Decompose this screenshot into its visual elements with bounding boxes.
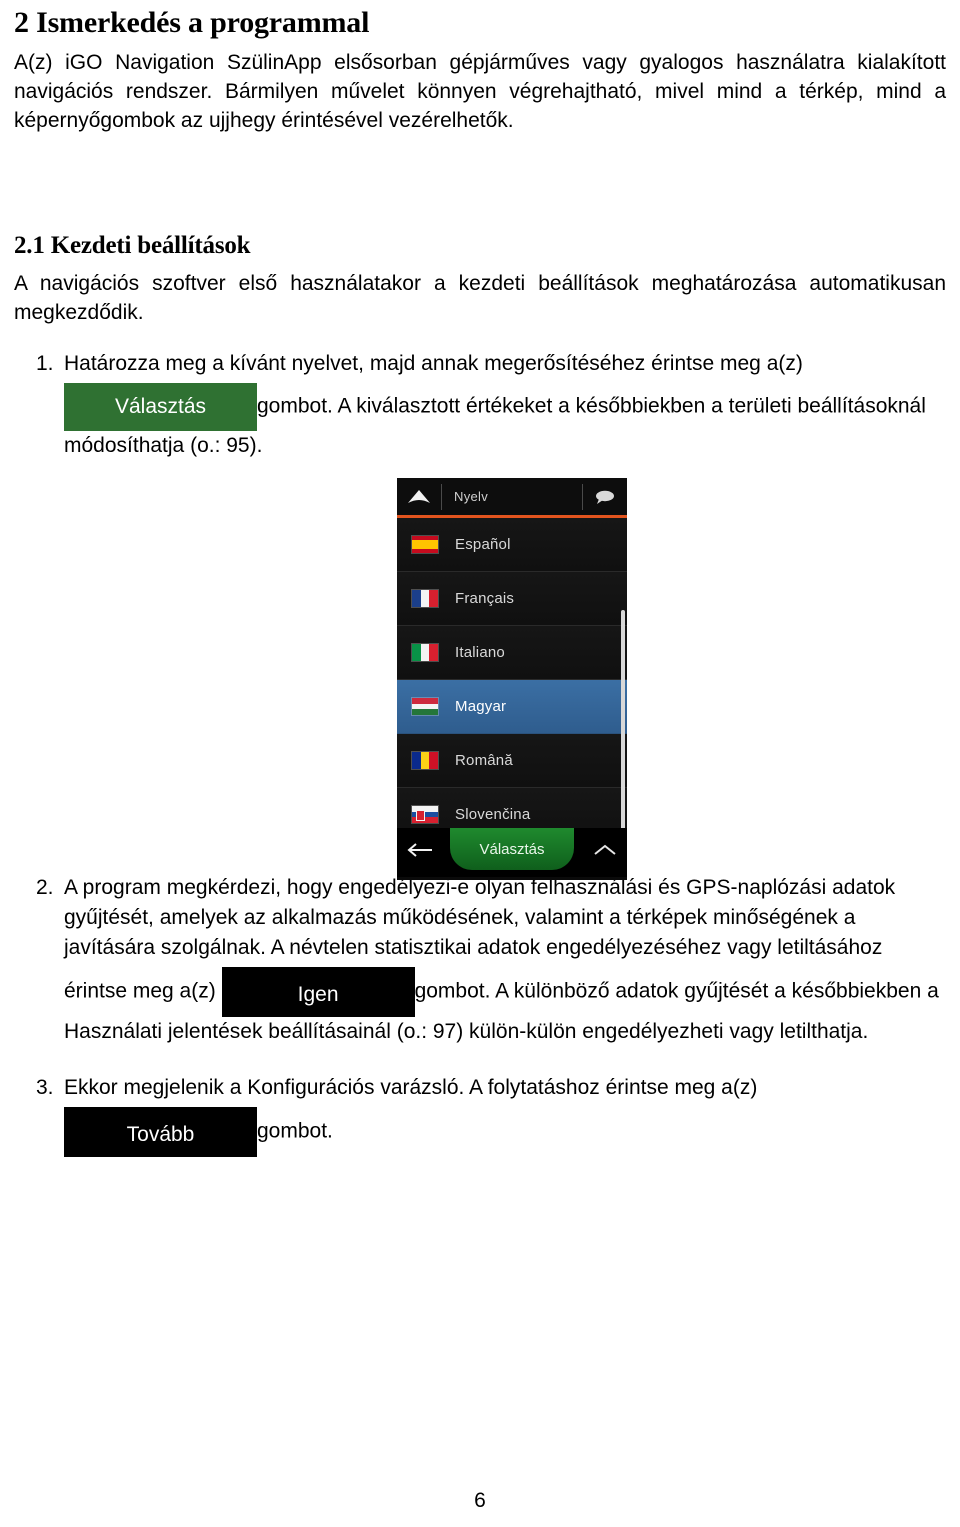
device-footer: Választás xyxy=(397,828,627,877)
language-name: Română xyxy=(455,752,513,769)
spain-flag-icon xyxy=(411,535,439,554)
speech-bubble-icon[interactable] xyxy=(583,489,627,505)
list-item[interactable]: Italiano xyxy=(397,626,627,680)
list-item: 3. Ekkor megjelenik a Konfigurációs vará… xyxy=(14,1073,946,1157)
list-scrollbar[interactable] xyxy=(621,610,625,855)
device-screenshot: Nyelv Español Français Italiano Magyar R… xyxy=(397,478,627,880)
list-item[interactable]: Română xyxy=(397,734,627,788)
list-item-number: 3. xyxy=(36,1076,54,1099)
language-name: Magyar xyxy=(455,698,507,715)
section-heading: 2.1 Kezdeti beállítások xyxy=(14,232,251,259)
list-item: 1. Határozza meg a kívánt nyelvet, majd … xyxy=(14,349,946,461)
france-flag-icon xyxy=(411,589,439,608)
intro-paragraph: A(z) iGO Navigation SzülinApp elsősorban… xyxy=(14,51,946,132)
list-item-number: 2. xyxy=(36,876,54,899)
step1-text-before: Határozza meg a kívánt nyelvet, majd ann… xyxy=(64,352,803,375)
list-item-body: Ekkor megjelenik a Konfigurációs varázsl… xyxy=(64,1073,946,1157)
step3-text-after: gombot. xyxy=(257,1119,333,1143)
language-name: Français xyxy=(455,590,515,607)
list-item[interactable]: Español xyxy=(397,518,627,572)
hungary-flag-icon xyxy=(411,697,439,716)
list-item-body: A program megkérdezi, hogy engedélyezi-e… xyxy=(64,873,946,1047)
language-name: Slovenčina xyxy=(455,806,531,823)
list-item-number: 1. xyxy=(36,352,54,375)
up-arrow-icon[interactable] xyxy=(397,489,441,505)
section-paragraph: A navigációs szoftver első használatakor… xyxy=(14,272,946,324)
list-item[interactable]: Magyar xyxy=(397,680,627,734)
language-name: Español xyxy=(455,536,511,553)
chevron-up-icon[interactable] xyxy=(593,843,617,862)
vertical-spacer xyxy=(14,327,946,349)
language-name: Italiano xyxy=(455,644,505,661)
back-arrow-icon[interactable] xyxy=(407,842,435,863)
list-item[interactable]: Français xyxy=(397,572,627,626)
list-item: 2. A program megkérdezi, hogy engedélyez… xyxy=(14,873,946,1047)
romania-flag-icon xyxy=(411,751,439,770)
tovabb-button-chip[interactable]: Tovább xyxy=(64,1107,257,1157)
italy-flag-icon xyxy=(411,643,439,662)
step3-text-before: Ekkor megjelenik a Konfigurációs varázsl… xyxy=(64,1076,758,1099)
device-header-title: Nyelv xyxy=(454,489,489,504)
igen-button-chip[interactable]: Igen xyxy=(221,967,415,1017)
list-item-body: Határozza meg a kívánt nyelvet, majd ann… xyxy=(64,349,946,461)
confirm-selection-button[interactable]: Választás xyxy=(450,828,574,870)
step2-text-before: A program megkérdezi, hogy engedélyezi-e… xyxy=(64,876,896,959)
device-header: Nyelv xyxy=(397,478,627,518)
language-list[interactable]: Español Français Italiano Magyar Română … xyxy=(397,518,627,855)
vertical-spacer xyxy=(14,135,946,231)
document-page: 2 Ismerkedés a programmal A(z) iGO Navig… xyxy=(0,6,960,1527)
valasztas-button-chip[interactable]: Választás xyxy=(64,383,257,431)
page-number: 6 xyxy=(474,1489,486,1512)
step2-lead-in: érintse meg a(z) xyxy=(64,979,216,1003)
page-title: 2 Ismerkedés a programmal xyxy=(14,6,370,39)
vertical-spacer xyxy=(14,1047,946,1073)
slovakia-flag-icon xyxy=(411,805,439,824)
